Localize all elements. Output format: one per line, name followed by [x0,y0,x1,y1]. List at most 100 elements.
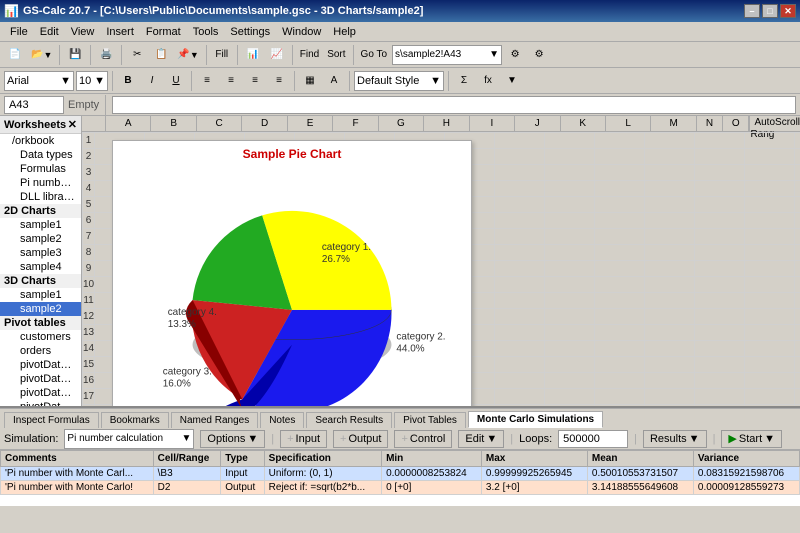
cell-13-14[interactable] [795,325,800,341]
cell-16-8[interactable] [495,373,545,389]
cell-3-12[interactable] [695,165,745,181]
open-button[interactable]: 📂 ▼ [28,44,55,66]
cell-9-9[interactable] [545,261,595,277]
cell-15-12[interactable] [695,357,745,373]
underline-button[interactable]: U [165,70,187,92]
fill-button[interactable]: Fill [211,44,233,66]
cell-17-13[interactable] [745,389,795,405]
sort-button[interactable]: Sort [324,44,348,66]
cell-11-9[interactable] [545,293,595,309]
cell-8-13[interactable] [745,245,795,261]
cell-5-10[interactable] [595,197,645,213]
sidebar-item-pivot1[interactable]: pivotData(1) [0,358,81,372]
cell-12-11[interactable] [645,309,695,325]
cell-14-10[interactable] [595,341,645,357]
goto-dropdown-icon[interactable]: ▼ [489,49,499,60]
col-header-d[interactable]: D [242,116,287,131]
cell-7-12[interactable] [695,229,745,245]
copy-button[interactable]: 📋 [150,44,172,66]
cell-8-14[interactable] [795,245,800,261]
sidebar-item-2d-sample3[interactable]: sample3 [0,246,81,260]
chart2-button[interactable]: 📈 [266,44,288,66]
menu-format[interactable]: Format [140,24,187,40]
tab-named-ranges[interactable]: Named Ranges [171,412,258,428]
sidebar-item-workbook[interactable]: /orkbook [0,134,81,148]
cell-13-11[interactable] [645,325,695,341]
cell-14-8[interactable] [495,341,545,357]
cell-4-11[interactable] [645,181,695,197]
cell-15-14[interactable] [795,357,800,373]
cell-11-10[interactable] [595,293,645,309]
cell-16-13[interactable] [745,373,795,389]
cell-5-8[interactable] [495,197,545,213]
cell-16-14[interactable] [795,373,800,389]
cell-6-14[interactable] [795,213,800,229]
extra-btn1[interactable]: ⚙ [504,44,526,66]
cell-9-14[interactable] [795,261,800,277]
cell-8-8[interactable] [495,245,545,261]
edit-button[interactable]: Edit▼ [458,430,504,448]
title-bar-controls[interactable]: – □ ✕ [744,4,796,18]
menu-edit[interactable]: Edit [34,24,65,40]
cell-14-12[interactable] [695,341,745,357]
sim-calc-dropdown-icon[interactable]: ▼ [182,433,192,444]
menu-file[interactable]: File [4,24,34,40]
cell-14-9[interactable] [545,341,595,357]
cut-button[interactable]: ✂ [126,44,148,66]
goto-button[interactable]: Go To [358,44,391,66]
tab-notes[interactable]: Notes [260,412,304,428]
cell-4-10[interactable] [595,181,645,197]
cell-18-8[interactable] [495,405,545,407]
menu-view[interactable]: View [65,24,101,40]
cell-11-11[interactable] [645,293,695,309]
cell-13-8[interactable] [495,325,545,341]
col-header-j[interactable]: J [515,116,560,131]
cell-9-11[interactable] [645,261,695,277]
cell-6-13[interactable] [745,213,795,229]
cell-6-9[interactable] [545,213,595,229]
col-header-h[interactable]: H [424,116,469,131]
cell-12-13[interactable] [745,309,795,325]
cell-11-12[interactable] [695,293,745,309]
cell-17-8[interactable] [495,389,545,405]
cell-7-11[interactable] [645,229,695,245]
sidebar-item-3d-sample2[interactable]: sample2 [0,302,81,316]
goto-input[interactable]: s\sample2!A43 ▼ [392,45,502,65]
cell-6-12[interactable] [695,213,745,229]
cell-13-10[interactable] [595,325,645,341]
cell-2-13[interactable] [745,149,795,165]
formula-input[interactable] [112,96,796,114]
cell-18-12[interactable] [695,405,745,407]
sidebar-item-customers[interactable]: customers [0,330,81,344]
cell-12-10[interactable] [595,309,645,325]
results-button[interactable]: Results▼ [643,430,707,448]
cell-13-9[interactable] [545,325,595,341]
cell-7-13[interactable] [745,229,795,245]
cell-17-12[interactable] [695,389,745,405]
cell-18-10[interactable] [595,405,645,407]
output-button[interactable]: + Output [333,430,388,448]
font-size-dropdown[interactable]: 10 ▼ [76,71,108,91]
bold-button[interactable]: B [117,70,139,92]
cell-3-13[interactable] [745,165,795,181]
cell-3-9[interactable] [545,165,595,181]
options-button[interactable]: Options▼ [200,430,265,448]
start-button[interactable]: ▶ Start▼ [721,430,782,448]
menu-settings[interactable]: Settings [224,24,276,40]
maximize-button[interactable]: □ [762,4,778,18]
cell-7-10[interactable] [595,229,645,245]
cell-4-12[interactable] [695,181,745,197]
cell-8-10[interactable] [595,245,645,261]
cell-4-13[interactable] [745,181,795,197]
grid-area[interactable]: 123456789101112131415161718192021 Sample… [82,132,800,406]
sim-calc-dropdown[interactable]: Pi number calculation ▼ [64,429,194,449]
minimize-button[interactable]: – [744,4,760,18]
sidebar-item-2d-sample1[interactable]: sample1 [0,218,81,232]
cell-10-13[interactable] [745,277,795,293]
cell-5-14[interactable] [795,197,800,213]
sidebar-item-2d-sample2[interactable]: sample2 [0,232,81,246]
cell-17-9[interactable] [545,389,595,405]
cell-16-10[interactable] [595,373,645,389]
menu-help[interactable]: Help [327,24,362,40]
cell-10-10[interactable] [595,277,645,293]
